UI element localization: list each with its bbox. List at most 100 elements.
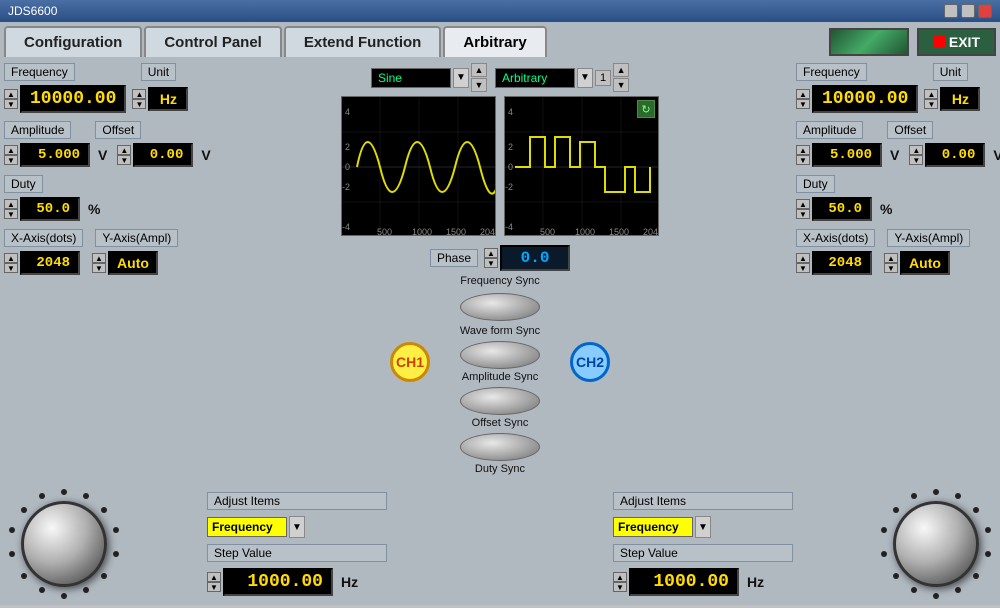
ch1-counter-up[interactable]: ▲ (471, 63, 487, 77)
ch1-counter-down[interactable]: ▼ (471, 78, 487, 92)
ch2-refresh-button[interactable]: ↻ (637, 100, 655, 118)
ch1-unit-display[interactable]: Hz (148, 87, 188, 111)
ch1-unit-label: Unit (141, 63, 176, 81)
ch2-offset-display[interactable]: 0.00 (925, 143, 985, 167)
duty-sync-container: Duty Sync (460, 433, 540, 475)
ch2-xaxis-up[interactable]: ▲ (796, 253, 810, 263)
ch2-step-display[interactable]: 1000.00 (629, 568, 739, 596)
phase-arrows: ▲ ▼ (484, 248, 498, 268)
ch1-amp-down[interactable]: ▼ (4, 155, 18, 165)
ch2-xaxis-down[interactable]: ▼ (796, 263, 810, 273)
phase-up[interactable]: ▲ (484, 248, 498, 258)
ch2-duty-up[interactable]: ▲ (796, 199, 810, 209)
phase-display[interactable]: 0.0 (500, 245, 570, 271)
ch1-freq-up[interactable]: ▲ (4, 89, 18, 99)
ch2-xaxis-display[interactable]: 2048 (812, 251, 872, 275)
offset-sync-button[interactable] (460, 387, 540, 415)
ch1-offset-arrows: ▲ ▼ (117, 145, 131, 165)
ch2-amp-up[interactable]: ▲ (796, 145, 810, 155)
ch2-amp-down[interactable]: ▼ (796, 155, 810, 165)
ch1-duty-down[interactable]: ▼ (4, 209, 18, 219)
ch2-yaxis-display[interactable]: Auto (900, 251, 950, 275)
ch1-xaxis-up[interactable]: ▲ (4, 253, 18, 263)
waveform-sync-button[interactable] (460, 293, 540, 321)
ch1-unit-down[interactable]: ▼ (132, 99, 146, 109)
ch2-frequency-display[interactable]: 10000.00 (812, 85, 918, 113)
ch1-offset-display[interactable]: 0.00 (133, 143, 193, 167)
ch2-counter-down[interactable]: ▼ (613, 78, 629, 92)
ch2-step-down[interactable]: ▼ (613, 582, 627, 592)
ch1-amp-up[interactable]: ▲ (4, 145, 18, 155)
ch1-circle[interactable]: CH1 (390, 342, 430, 382)
panel-content: Frequency Unit ▲ ▼ 10000.00 (0, 57, 1000, 608)
ch2-yaxis-label: Y-Axis(Ampl) (887, 229, 970, 247)
svg-text:-2: -2 (342, 182, 350, 192)
ch1-yaxis-display[interactable]: Auto (108, 251, 158, 275)
ch1-xaxis-down[interactable]: ▼ (4, 263, 18, 273)
ch2-axis-labels: X-Axis(dots) Y-Axis(Ampl) (796, 229, 996, 247)
ch1-yaxis-up[interactable]: ▲ (92, 253, 106, 263)
ch1-duty-display[interactable]: 50.0 (20, 197, 80, 221)
ch1-duty-up[interactable]: ▲ (4, 199, 18, 209)
ch1-amplitude-display[interactable]: 5.000 (20, 143, 90, 167)
ch2-unit-display[interactable]: Hz (940, 87, 980, 111)
ch2-adjust-dropdown[interactable]: Frequency (613, 517, 693, 537)
duty-sync-label: Duty Sync (475, 463, 525, 475)
ch1-amp-offset-labels: Amplitude Offset (4, 121, 204, 139)
ch2-duty-display[interactable]: 50.0 (812, 197, 872, 221)
ch1-freq-down[interactable]: ▼ (4, 99, 18, 109)
ch1-unit-up[interactable]: ▲ (132, 89, 146, 99)
ch2-waveform-display[interactable]: Arbitrary (495, 68, 575, 88)
ch2-unit-down[interactable]: ▼ (924, 99, 938, 109)
ch2-counter-up[interactable]: ▲ (613, 63, 629, 77)
minimize-button[interactable] (944, 4, 958, 18)
ch1-yaxis-down[interactable]: ▼ (92, 263, 106, 273)
amplitude-sync-button[interactable] (460, 341, 540, 369)
ch2-amplitude-display[interactable]: 5.000 (812, 143, 882, 167)
ch2-step-up[interactable]: ▲ (613, 572, 627, 582)
close-button[interactable] (978, 4, 992, 18)
main-window: Configuration Control Panel Extend Funct… (0, 22, 1000, 605)
ch2-yaxis-down[interactable]: ▼ (884, 263, 898, 273)
ch2-freq-up[interactable]: ▲ (796, 89, 810, 99)
ch2-offset-down[interactable]: ▼ (909, 155, 923, 165)
ch1-waveform-display[interactable]: Sine (371, 68, 451, 88)
ch2-adjust-arrow[interactable]: ▼ (695, 516, 711, 538)
ch1-adjust-spinbox: Frequency ▼ (207, 516, 387, 538)
tab-extend-function[interactable]: Extend Function (284, 26, 442, 57)
ch2-circle[interactable]: CH2 (570, 342, 610, 382)
svg-text:4: 4 (345, 107, 350, 117)
ch1-offset-down[interactable]: ▼ (117, 155, 131, 165)
ch1-frequency-display[interactable]: 10000.00 (20, 85, 126, 113)
maximize-button[interactable] (961, 4, 975, 18)
ch2-yaxis-up[interactable]: ▲ (884, 253, 898, 263)
ch2-frequency-label: Frequency (796, 63, 867, 81)
ch2-knob[interactable] (893, 501, 979, 587)
svg-text:0: 0 (345, 162, 350, 172)
duty-sync-button[interactable] (460, 433, 540, 461)
ch1-step-down[interactable]: ▼ (207, 582, 221, 592)
phase-down[interactable]: ▼ (484, 258, 498, 268)
ch1-step-up[interactable]: ▲ (207, 572, 221, 582)
ch1-adjust-arrow[interactable]: ▼ (289, 516, 305, 538)
ch2-waveform-arrow[interactable]: ▼ (577, 68, 593, 88)
ch1-adjust-dropdown[interactable]: Frequency (207, 517, 287, 537)
ch1-offset-up[interactable]: ▲ (117, 145, 131, 155)
ch2-graph-container: ↻ 4 2 0 (504, 96, 659, 241)
ch2-unit-up[interactable]: ▲ (924, 89, 938, 99)
tab-configuration[interactable]: Configuration (4, 26, 142, 57)
exit-button[interactable]: EXIT (917, 28, 996, 56)
ch2-freq-down[interactable]: ▼ (796, 99, 810, 109)
ch1-waveform-arrow[interactable]: ▼ (453, 68, 469, 88)
tab-arbitrary[interactable]: Arbitrary (443, 26, 546, 57)
ch1-xaxis-display[interactable]: 2048 (20, 251, 80, 275)
ch1-step-display[interactable]: 1000.00 (223, 568, 333, 596)
amplitude-sync-label: Amplitude Sync (462, 371, 538, 383)
ch2-duty-down[interactable]: ▼ (796, 209, 810, 219)
tab-control-panel[interactable]: Control Panel (144, 26, 282, 57)
ch2-offset-up[interactable]: ▲ (909, 145, 923, 155)
ch1-duty-arrows: ▲ ▼ (4, 199, 18, 219)
waveform-sync-label: Wave form Sync (460, 325, 540, 337)
ch2-counter-display[interactable]: 1 (595, 70, 611, 86)
ch1-knob[interactable] (21, 501, 107, 587)
